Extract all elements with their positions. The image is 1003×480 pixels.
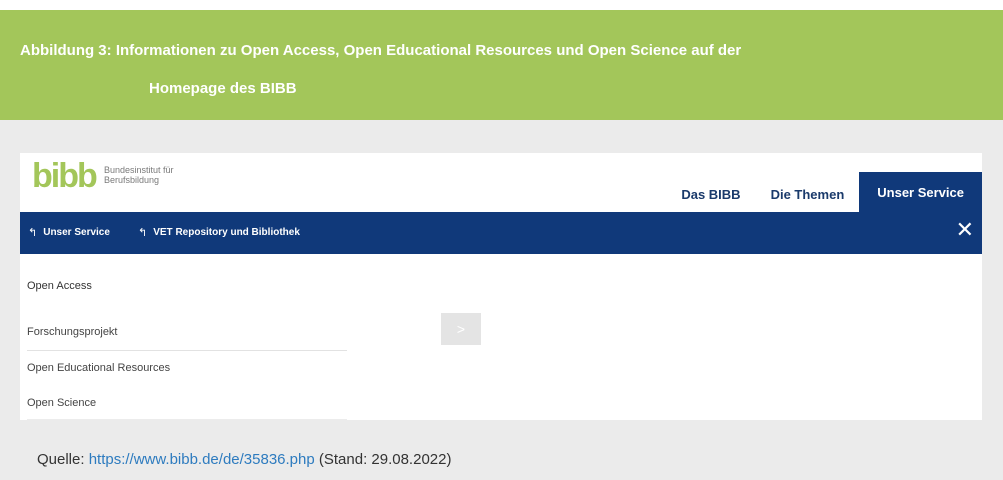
org-name-line2: Berufsbildung (104, 175, 160, 185)
site-header: bibb Bundesinstitut für Berufsbildung Da… (20, 153, 982, 212)
figure: Abbildung 3: Informationen zu Open Acces… (0, 10, 1003, 480)
subnav-bar: ↰ Unser Service ↰ VET Repository und Bib… (20, 212, 982, 254)
caption-title: Abbildung 3: Informationen zu Open Acces… (20, 42, 742, 59)
close-icon[interactable]: ✕ (956, 220, 974, 242)
nav-unser-service[interactable]: Unser Service (859, 172, 982, 212)
caption-title-continued: Homepage des BIBB (149, 80, 297, 97)
bibb-logo[interactable]: bibb (32, 161, 104, 191)
menu-item-oer[interactable]: Open Educational Resources (27, 362, 170, 374)
menu-item-open-science[interactable]: Open Science (27, 397, 96, 409)
back-arrow-icon: ↰ (28, 227, 38, 239)
website-screenshot: bibb Bundesinstitut für Berufsbildung Da… (20, 153, 982, 420)
divider (27, 350, 347, 351)
chevron-right-button[interactable]: > (441, 313, 481, 345)
divider (27, 419, 347, 420)
caption-bar: Abbildung 3: Informationen zu Open Acces… (0, 10, 1003, 120)
source-prefix: Quelle: (37, 451, 89, 468)
source-line: Quelle: https://www.bibb.de/de/35836.php… (37, 451, 451, 468)
breadcrumb-vet-repository[interactable]: ↰ VET Repository und Bibliothek (138, 226, 300, 239)
org-name: Bundesinstitut für Berufsbildung (104, 165, 174, 185)
org-name-line1: Bundesinstitut für (104, 165, 174, 175)
menu-item-open-access[interactable]: Open Access (27, 280, 92, 292)
breadcrumb-unser-service[interactable]: ↰ Unser Service (28, 226, 110, 239)
breadcrumb-label: Unser Service (43, 227, 110, 238)
nav-die-themen[interactable]: Die Themen (756, 176, 860, 212)
back-arrow-icon: ↰ (138, 227, 148, 239)
source-date: (Stand: 29.08.2022) (314, 451, 452, 468)
breadcrumb-label: VET Repository und Bibliothek (153, 227, 300, 238)
source-link[interactable]: https://www.bibb.de/de/35836.php (89, 451, 315, 468)
logo-wordmark: bibb (32, 161, 97, 191)
nav-das-bibb[interactable]: Das BIBB (666, 176, 755, 212)
submenu: Open Access Forschungsprojekt > Open Edu… (20, 254, 982, 420)
menu-item-forschungsprojekt[interactable]: Forschungsprojekt (27, 326, 118, 338)
main-nav: Das BIBB Die Themen Unser Service (666, 153, 982, 212)
